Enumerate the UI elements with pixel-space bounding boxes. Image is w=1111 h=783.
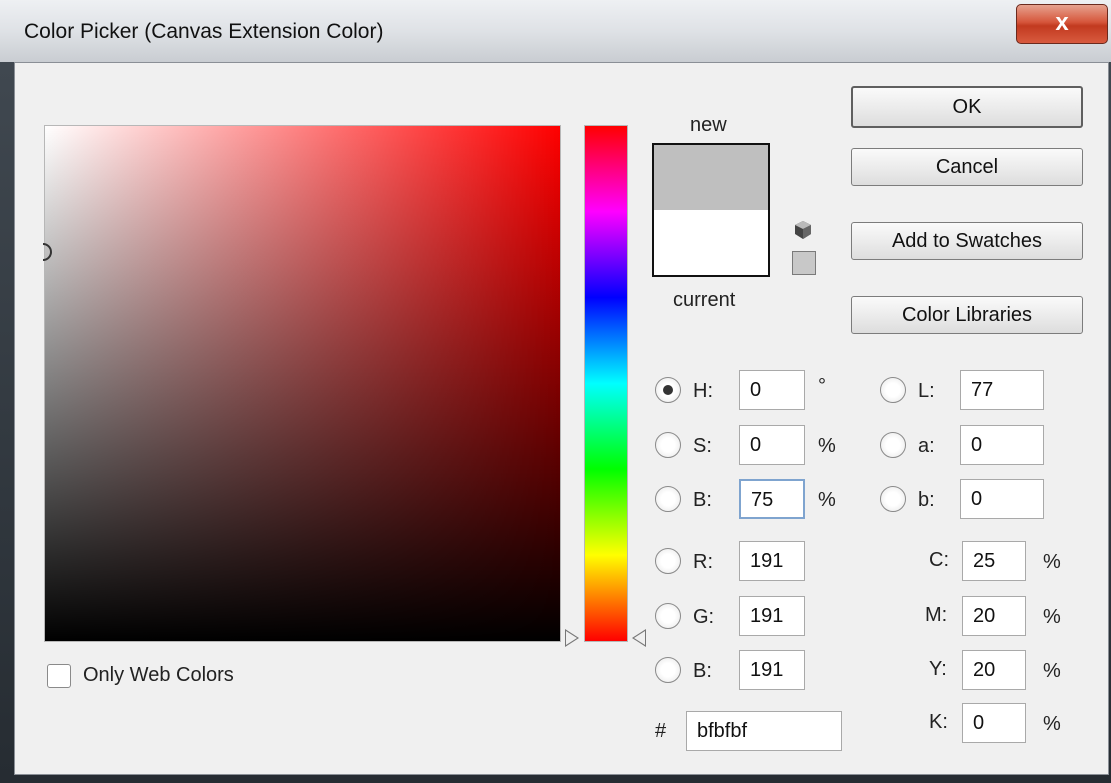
black-unit: % (1043, 713, 1061, 735)
saturation-label: S: (693, 435, 712, 457)
lightness-label: L: (918, 380, 935, 402)
hue-input[interactable]: 0 (739, 370, 805, 410)
hue-unit: ° (818, 375, 826, 397)
lab-a-label: a: (918, 435, 935, 457)
brightness-radio[interactable] (655, 486, 681, 512)
current-color-swatch[interactable] (654, 210, 768, 275)
new-color-swatch[interactable] (654, 145, 768, 210)
hue-slider[interactable] (584, 125, 628, 642)
green-input[interactable]: 191 (739, 596, 805, 636)
yellow-input[interactable]: 20 (962, 650, 1026, 690)
blue-label: B: (693, 660, 712, 682)
title-bar[interactable]: Color Picker (Canvas Extension Color) x (0, 0, 1111, 62)
yellow-unit: % (1043, 660, 1061, 682)
out-of-gamut-cube-icon[interactable] (792, 219, 814, 241)
new-color-label: new (690, 114, 727, 136)
hue-label: H: (693, 380, 713, 402)
cyan-input[interactable]: 25 (962, 541, 1026, 581)
color-field[interactable] (44, 125, 561, 642)
green-radio[interactable] (655, 603, 681, 629)
black-input[interactable]: 0 (962, 703, 1026, 743)
cancel-button[interactable]: Cancel (851, 148, 1083, 186)
only-web-colors-label[interactable]: Only Web Colors (83, 664, 234, 687)
green-label: G: (693, 606, 715, 628)
websafe-swatch-icon[interactable] (792, 251, 816, 275)
hue-slider-right-handle-icon[interactable] (632, 629, 646, 647)
hue-slider-left-handle-icon[interactable] (565, 629, 579, 647)
blue-radio[interactable] (655, 657, 681, 683)
brightness-label: B: (693, 489, 712, 511)
lab-b-input[interactable]: 0 (960, 479, 1044, 519)
color-picker-window: Color Picker (Canvas Extension Color) x … (0, 0, 1111, 783)
magenta-unit: % (1043, 606, 1061, 628)
red-input[interactable]: 191 (739, 541, 805, 581)
lightness-input[interactable]: 77 (960, 370, 1044, 410)
only-web-colors-checkbox[interactable] (47, 664, 71, 688)
window-title: Color Picker (Canvas Extension Color) (24, 20, 384, 43)
hex-label: # (655, 720, 667, 742)
color-libraries-button[interactable]: Color Libraries (851, 296, 1083, 334)
lightness-radio[interactable] (880, 377, 906, 403)
lab-a-input[interactable]: 0 (960, 425, 1044, 465)
magenta-label: M: (925, 604, 948, 626)
hex-input[interactable]: bfbfbf (686, 711, 842, 751)
magenta-input[interactable]: 20 (962, 596, 1026, 636)
red-radio[interactable] (655, 548, 681, 574)
brightness-unit: % (818, 489, 836, 511)
add-to-swatches-button[interactable]: Add to Swatches (851, 222, 1083, 260)
lab-b-label: b: (918, 489, 935, 511)
color-comparison-swatch (652, 143, 770, 277)
ok-button[interactable]: OK (851, 86, 1083, 128)
close-button[interactable]: x (1016, 4, 1108, 44)
yellow-label: Y: (929, 658, 947, 680)
saturation-input[interactable]: 0 (739, 425, 805, 465)
lab-b-radio[interactable] (880, 486, 906, 512)
cyan-label: C: (929, 549, 949, 571)
saturation-unit: % (818, 435, 836, 457)
blue-input[interactable]: 191 (739, 650, 805, 690)
brightness-input[interactable]: 75 (739, 479, 805, 519)
close-icon: x (1055, 9, 1069, 36)
red-label: R: (693, 551, 713, 573)
current-color-label: current (673, 289, 736, 311)
lab-a-radio[interactable] (880, 432, 906, 458)
hue-radio[interactable] (655, 377, 681, 403)
saturation-radio[interactable] (655, 432, 681, 458)
cyan-unit: % (1043, 551, 1061, 573)
black-label: K: (929, 711, 948, 733)
